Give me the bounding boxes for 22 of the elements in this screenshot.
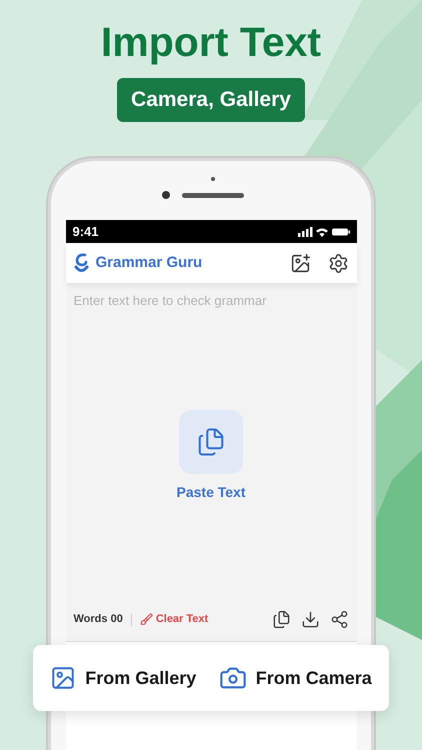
settings-icon[interactable] bbox=[328, 252, 348, 274]
copy-icon[interactable] bbox=[272, 610, 290, 629]
paste-text-label: Paste Text bbox=[176, 483, 246, 502]
download-icon[interactable] bbox=[300, 610, 320, 629]
logo-icon bbox=[74, 252, 88, 274]
text-field[interactable]: Enter text here to check grammar bbox=[74, 291, 348, 321]
clear-text-button[interactable]: Clear Text bbox=[140, 611, 208, 628]
status-time: 9:41 bbox=[72, 222, 99, 241]
add-image-icon[interactable] bbox=[290, 252, 310, 274]
import-option-button[interactable]: From Gallery bbox=[50, 664, 196, 692]
brush-icon bbox=[140, 613, 153, 626]
import-option-button[interactable]: From Camera bbox=[218, 664, 372, 692]
subtitle-banner: Camera, Gallery bbox=[117, 78, 305, 122]
status-icons bbox=[298, 226, 350, 236]
image-icon bbox=[50, 665, 76, 691]
speaker-grille bbox=[182, 193, 244, 198]
headline: Import Text bbox=[100, 18, 322, 66]
app-title: Grammar Guru bbox=[96, 252, 204, 273]
word-count: Words 00 bbox=[74, 612, 123, 628]
share-icon[interactable] bbox=[330, 610, 348, 629]
paste-text-button[interactable]: Paste Text bbox=[176, 410, 246, 503]
documents-icon bbox=[196, 427, 226, 457]
